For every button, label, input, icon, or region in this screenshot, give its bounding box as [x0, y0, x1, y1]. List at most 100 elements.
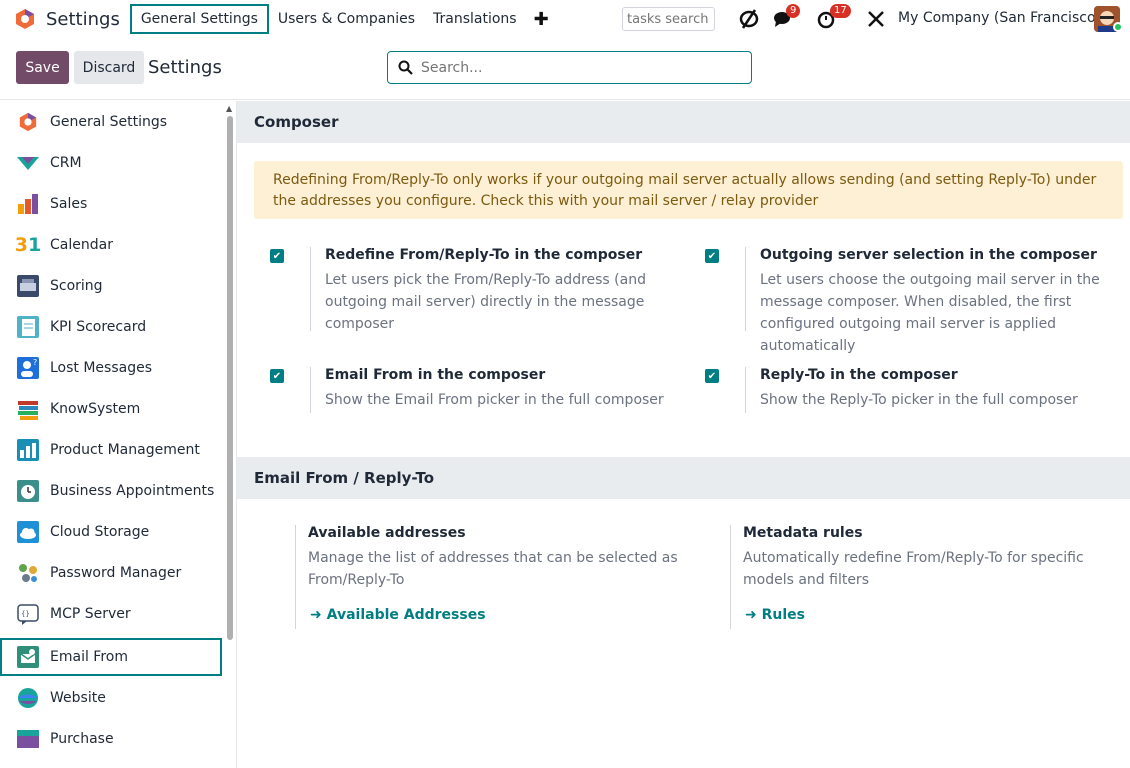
email-from-icon [16, 645, 40, 669]
sidebar-item-label: General Settings [50, 114, 168, 130]
checkbox-redefine-from-reply-to[interactable]: ✔ [270, 249, 284, 263]
online-status-dot [1113, 22, 1123, 32]
tools-icon[interactable] [866, 6, 886, 32]
sidebar-item-knowsystem[interactable]: KnowSystem [0, 390, 222, 428]
setting-divider [745, 367, 746, 413]
sidebar-item-label: Product Management [50, 442, 200, 458]
sidebar-item-label: Calendar [50, 237, 113, 253]
crm-icon [16, 151, 40, 175]
setting-redefine-from-reply-to: ✔ Redefine From/Reply-To in the composer… [270, 247, 690, 332]
setting-description: Show the Email From picker in the full c… [325, 392, 664, 408]
sidebar-item-business-appointments[interactable]: Business Appointments [0, 472, 222, 510]
activities-icon[interactable]: 17 [816, 4, 851, 32]
rules-link[interactable]: ➜ Rules [745, 607, 805, 623]
setting-description: Automatically redefine From/Reply-To for… [743, 550, 1084, 588]
arrow-right-icon: ➜ [310, 607, 327, 623]
mcp-server-icon: {} [16, 602, 40, 626]
sidebar-item-label: Lost Messages [50, 360, 153, 376]
available-addresses-link[interactable]: ➜ Available Addresses [310, 607, 486, 623]
sidebar-item-label: CRM [50, 155, 82, 171]
sidebar-item-kpi-scorecard[interactable]: KPI Scorecard [0, 308, 222, 346]
sidebar-item-label: KnowSystem [50, 401, 141, 417]
company-switcher[interactable]: My Company (San Francisco) [898, 10, 1101, 26]
svg-text:?: ? [33, 358, 37, 367]
setting-divider [310, 367, 311, 413]
warning-alert: Redefining From/Reply-To only works if y… [254, 161, 1123, 219]
sidebar-item-purchase[interactable]: Purchase [0, 720, 222, 758]
messages-icon[interactable]: 9 [772, 4, 801, 32]
setting-email-from-composer: ✔ Email From in the composer Show the Em… [270, 367, 690, 413]
setting-title: Reply-To in the composer [760, 367, 958, 383]
setting-title: Outgoing server selection in the compose… [760, 247, 1097, 263]
save-button[interactable]: Save [16, 51, 69, 84]
activities-badge: 17 [830, 4, 851, 18]
plus-icon[interactable]: ✚ [534, 9, 549, 30]
cloud-storage-icon [16, 520, 40, 544]
sidebar-item-calendar[interactable]: 31 Calendar [0, 226, 222, 264]
settings-logo-icon [16, 110, 40, 134]
password-manager-icon [16, 561, 40, 585]
product-management-icon [16, 438, 40, 462]
lost-messages-icon: ? [16, 356, 40, 380]
tasks-search-input[interactable] [622, 7, 715, 31]
setting-title: Metadata rules [743, 525, 863, 541]
sidebar-item-email-from[interactable]: Email From [0, 638, 222, 676]
search-input[interactable] [421, 59, 721, 76]
setting-title: Available addresses [308, 525, 466, 541]
sidebar-item-crm[interactable]: CRM [0, 144, 222, 182]
app-brand[interactable]: Settings [14, 8, 120, 30]
menu-general-settings[interactable]: General Settings [129, 4, 269, 34]
sidebar-item-label: Email From [50, 649, 128, 665]
setting-divider [310, 247, 311, 331]
website-icon [16, 686, 40, 710]
sidebar-item-label: Business Appointments [50, 483, 215, 499]
section-heading-email-from-reply-to: Email From / Reply-To [237, 457, 1130, 499]
setting-available-addresses: Available addresses Manage the list of a… [270, 525, 690, 629]
link-label: Available Addresses [326, 607, 486, 623]
sidebar-item-sales[interactable]: Sales [0, 185, 222, 223]
sidebar-item-website[interactable]: Website [0, 679, 222, 717]
sidebar-item-label: Website [50, 690, 106, 706]
setting-divider [295, 525, 296, 629]
setting-reply-to-composer: ✔ Reply-To in the composer Show the Repl… [705, 367, 1125, 413]
sidebar-item-mcp-server[interactable]: {} MCP Server [0, 595, 222, 633]
setting-description: Manage the list of addresses that can be… [308, 550, 678, 588]
checkbox-reply-to-composer[interactable]: ✔ [705, 369, 719, 383]
sidebar-item-product-management[interactable]: Product Management [0, 431, 222, 469]
kpi-scorecard-icon [16, 315, 40, 339]
ai-icon[interactable] [738, 6, 760, 32]
sidebar-item-scoring[interactable]: Scoring [0, 267, 222, 305]
setting-description: Let users pick the From/Reply-To address… [325, 272, 646, 332]
checkbox-outgoing-server-selection[interactable]: ✔ [705, 249, 719, 263]
scroll-up-arrow[interactable]: ▲ [226, 104, 232, 113]
sidebar-item-general-settings[interactable]: General Settings [0, 103, 222, 141]
calendar-icon: 31 [14, 234, 42, 256]
sidebar-item-label: Purchase [50, 731, 114, 747]
page-title: Settings [148, 57, 222, 78]
menu-translations[interactable]: Translations [424, 4, 526, 34]
setting-divider [745, 247, 746, 331]
app-name: Settings [46, 8, 120, 30]
search-icon [398, 60, 413, 75]
checkbox-email-from-composer[interactable]: ✔ [270, 369, 284, 383]
setting-metadata-rules: Metadata rules Automatically redefine Fr… [705, 525, 1125, 629]
arrow-right-icon: ➜ [745, 607, 762, 623]
appointments-icon [16, 479, 40, 503]
discard-button[interactable]: Discard [74, 51, 144, 84]
settings-search[interactable] [387, 51, 752, 84]
setting-title: Email From in the composer [325, 367, 546, 383]
sidebar-scrollbar[interactable] [227, 116, 233, 640]
sidebar-item-label: Scoring [50, 278, 103, 294]
sidebar-item-label: Cloud Storage [50, 524, 150, 540]
sidebar-item-label: Sales [50, 196, 88, 212]
settings-content: Composer Redefining From/Reply-To only w… [237, 101, 1130, 768]
sidebar-item-cloud-storage[interactable]: Cloud Storage [0, 513, 222, 551]
setting-title: Redefine From/Reply-To in the composer [325, 247, 643, 263]
sidebar-item-label: KPI Scorecard [50, 319, 147, 335]
sidebar-item-password-manager[interactable]: Password Manager [0, 554, 222, 592]
setting-outgoing-server-selection: ✔ Outgoing server selection in the compo… [705, 247, 1125, 354]
link-label: Rules [761, 607, 805, 623]
sidebar-item-lost-messages[interactable]: ? Lost Messages [0, 349, 222, 387]
settings-sidebar: General Settings CRM Sales 31 Calendar S… [0, 101, 237, 768]
menu-users-companies[interactable]: Users & Companies [269, 4, 424, 34]
